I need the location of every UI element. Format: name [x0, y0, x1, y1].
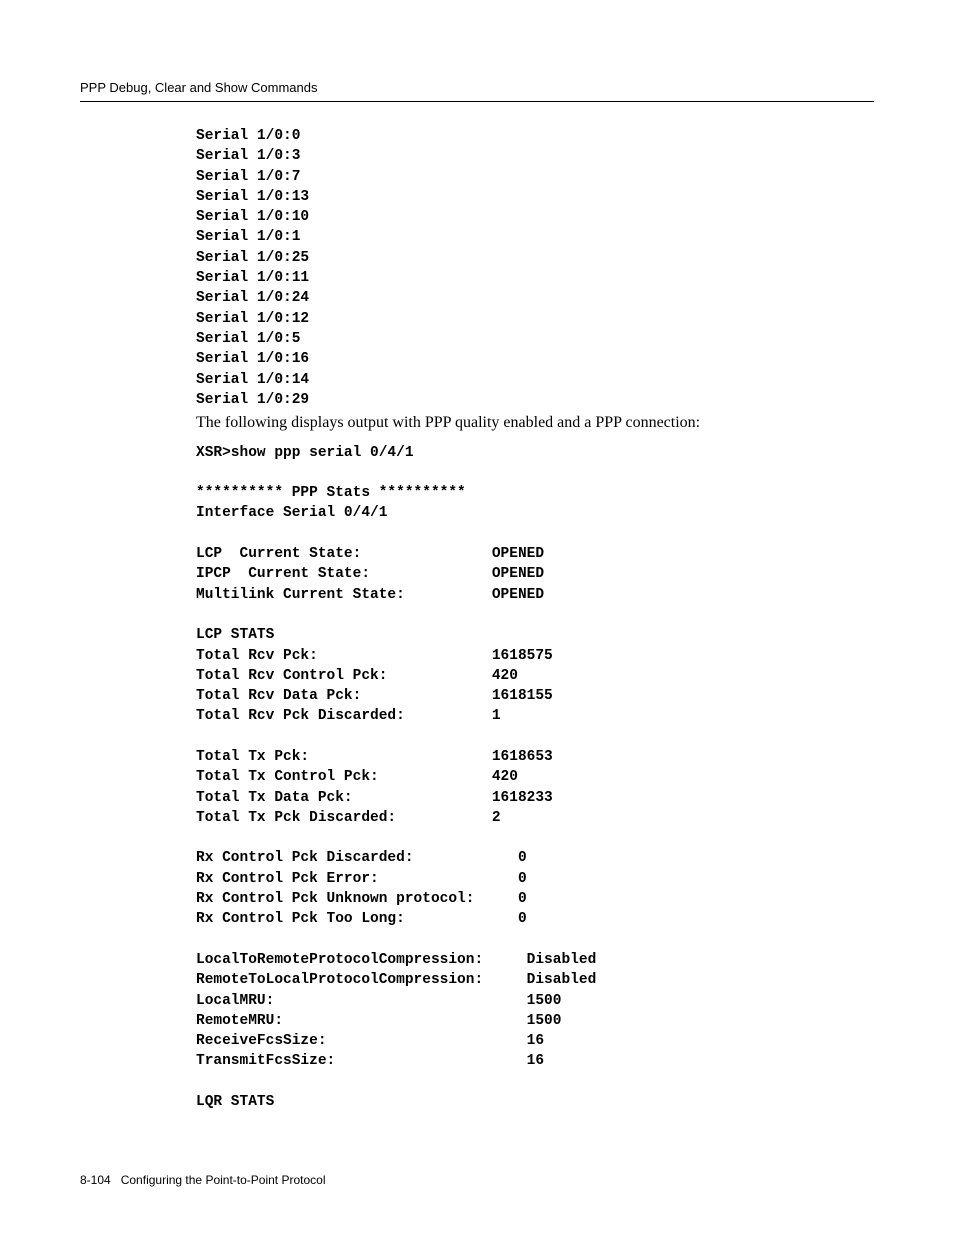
serial-list: Serial 1/0:0 Serial 1/0:3 Serial 1/0:7 S… — [196, 126, 874, 410]
blank-line — [196, 930, 874, 950]
lcp-stats-header: LCP STATS — [196, 625, 874, 645]
interface-line: Interface Serial 0/4/1 — [196, 503, 874, 523]
page-footer: 8-104 Configuring the Point-to-Point Pro… — [80, 1173, 326, 1187]
blank-line — [196, 727, 874, 747]
stats-header: ********** PPP Stats ********** — [196, 483, 874, 503]
page: PPP Debug, Clear and Show Commands Seria… — [0, 0, 954, 1235]
command-line: XSR>show ppp serial 0/4/1 — [196, 443, 874, 463]
lcp-rx-ctl-block: Rx Control Pck Discarded: 0 Rx Control P… — [196, 848, 874, 929]
blank-line — [196, 828, 874, 848]
blank-line — [196, 463, 874, 483]
lcp-params-block: LocalToRemoteProtocolCompression: Disabl… — [196, 950, 874, 1072]
page-number: 8-104 — [80, 1173, 111, 1187]
blank-line — [196, 524, 874, 544]
lcp-tx-block: Total Tx Pck: 1618653 Total Tx Control P… — [196, 747, 874, 828]
header-rule — [80, 101, 874, 102]
blank-line — [196, 1072, 874, 1092]
content-block: Serial 1/0:0 Serial 1/0:3 Serial 1/0:7 S… — [196, 126, 874, 1112]
chapter-title: Configuring the Point-to-Point Protocol — [121, 1173, 326, 1187]
lcp-rx-block: Total Rcv Pck: 1618575 Total Rcv Control… — [196, 646, 874, 727]
blank-line — [196, 605, 874, 625]
states-block: LCP Current State: OPENED IPCP Current S… — [196, 544, 874, 605]
intro-text: The following displays output with PPP q… — [196, 412, 874, 434]
page-header-title: PPP Debug, Clear and Show Commands — [80, 80, 874, 95]
lqr-header: LQR STATS — [196, 1092, 874, 1112]
